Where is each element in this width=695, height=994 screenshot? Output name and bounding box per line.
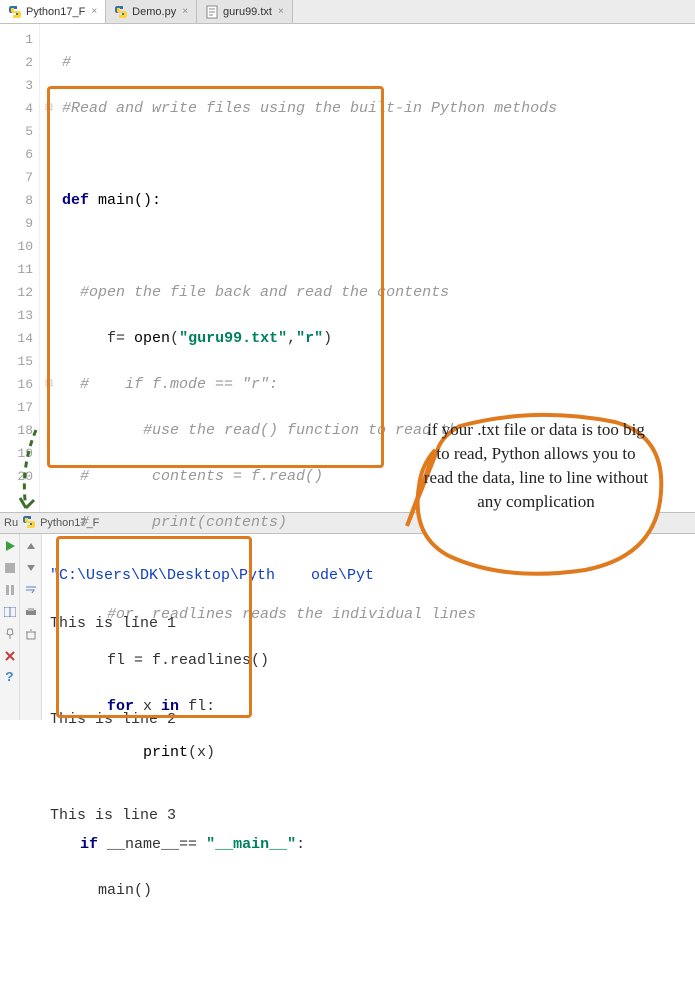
pin-button[interactable] (2, 626, 18, 642)
console-tool-column-2 (20, 534, 42, 720)
tab-label: Demo.py (132, 6, 176, 18)
text-file-icon (205, 5, 219, 19)
pause-button[interactable] (2, 582, 18, 598)
code-area[interactable]: # #Read and write files using the built-… (58, 24, 695, 512)
close-icon[interactable]: × (91, 6, 97, 17)
line-gutter: 1234567891011121314151617181920 (0, 24, 40, 512)
close-icon[interactable]: × (278, 6, 284, 17)
console-output[interactable]: "C:\Users\DK\Desktop\Pyth ode\Pyt This i… (42, 534, 695, 720)
close-icon[interactable]: × (182, 6, 188, 17)
output-line: This is line 1 (50, 612, 687, 636)
clear-button[interactable] (23, 626, 39, 642)
scroll-up-button[interactable] (23, 538, 39, 554)
output-line: This is line 2 (50, 708, 687, 732)
tab-python17[interactable]: Python17_F × (0, 0, 106, 23)
python-icon (8, 5, 22, 19)
tab-label: guru99.txt (223, 6, 272, 18)
python-icon (22, 515, 36, 532)
editor-tabbar: Python17_F × Demo.py × guru99.txt × (0, 0, 695, 24)
tab-demo[interactable]: Demo.py × (106, 0, 197, 23)
tab-label: Python17_F (26, 6, 85, 18)
scroll-down-button[interactable] (23, 560, 39, 576)
fold-column: ⊟⊟ (40, 24, 58, 512)
code-editor[interactable]: 1234567891011121314151617181920 ⊟⊟ # #Re… (0, 24, 695, 512)
layout-button[interactable] (2, 604, 18, 620)
soft-wrap-button[interactable] (23, 582, 39, 598)
help-button[interactable]: ? (2, 670, 18, 686)
run-console: ? "C:\Users\DK\Desktop\Pyth ode\Pyt This… (0, 534, 695, 720)
python-icon (114, 5, 128, 19)
stop-button[interactable] (2, 560, 18, 576)
rerun-button[interactable] (2, 538, 18, 554)
output-line: This is line 3 (50, 804, 687, 828)
print-button[interactable] (23, 604, 39, 620)
tab-guru99[interactable]: guru99.txt × (197, 0, 293, 23)
exec-path: "C:\Users\DK\Desktop\Pyth ode\Pyt (50, 567, 374, 584)
console-tool-column-1: ? (0, 534, 20, 720)
run-label: Ru (4, 517, 18, 529)
close-button[interactable] (2, 648, 18, 664)
